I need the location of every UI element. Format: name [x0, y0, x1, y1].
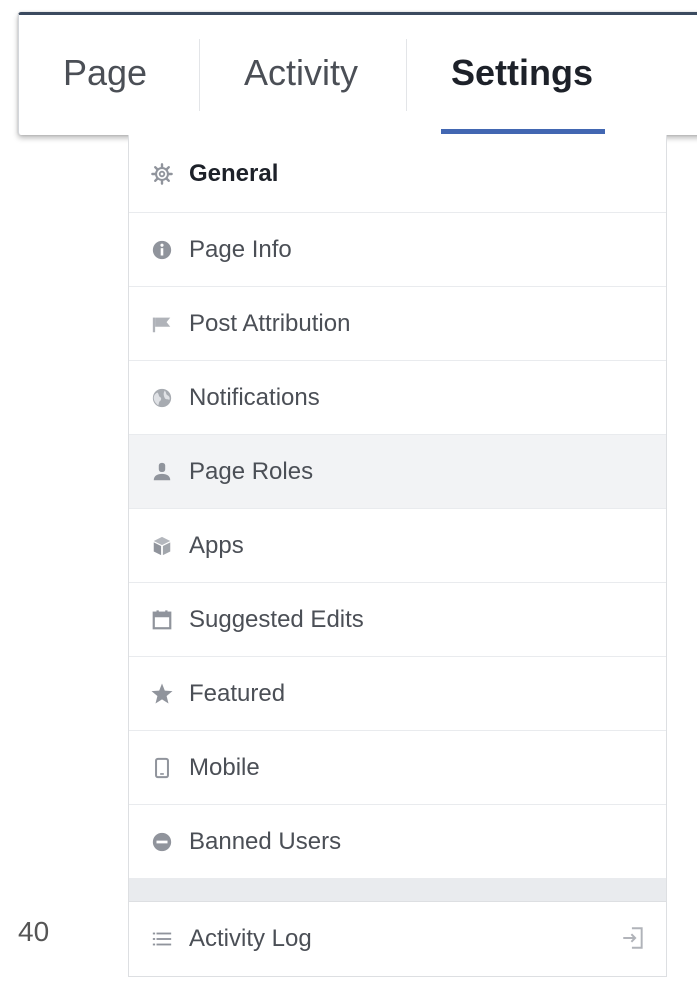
tab-divider: [199, 39, 200, 111]
menu-item-activity-log[interactable]: Activity Log: [129, 902, 666, 976]
page-number: 40: [18, 916, 50, 947]
active-tab-indicator: [441, 129, 605, 134]
cube-icon: [148, 532, 176, 560]
menu-item-apps[interactable]: Apps: [129, 509, 666, 583]
menu-item-label: Post Attribution: [189, 309, 351, 337]
sign-in-icon[interactable]: [620, 925, 646, 951]
menu-item-label: General: [189, 159, 279, 187]
menu-item-general[interactable]: General: [129, 135, 666, 213]
calendar-icon: [148, 606, 176, 634]
menu-item-label: Notifications: [189, 383, 320, 411]
flag-icon: [148, 310, 176, 338]
tab-settings[interactable]: Settings: [451, 15, 593, 135]
settings-menu: General Page Info Post Attribution Notif…: [128, 135, 667, 977]
minus-circle-icon: [148, 828, 176, 856]
menu-item-label: Banned Users: [189, 827, 342, 855]
menu-item-label: Page Roles: [189, 457, 314, 485]
tab-bar: Page Activity Settings: [18, 12, 697, 135]
tab-page[interactable]: Page: [63, 15, 147, 135]
gear-icon: [148, 160, 176, 188]
info-icon: [148, 236, 176, 264]
menu-item-featured[interactable]: Featured: [129, 657, 666, 731]
person-icon: [148, 458, 176, 486]
menu-item-notifications[interactable]: Notifications: [129, 361, 666, 435]
menu-item-post-attribution[interactable]: Post Attribution: [129, 287, 666, 361]
phone-icon: [148, 754, 176, 782]
menu-item-label: Mobile: [189, 753, 260, 781]
menu-item-label: Suggested Edits: [189, 605, 364, 633]
menu-item-page-info[interactable]: Page Info: [129, 213, 666, 287]
menu-item-banned-users[interactable]: Banned Users: [129, 805, 666, 879]
menu-item-page-roles[interactable]: Page Roles: [129, 435, 666, 509]
tab-divider: [406, 39, 407, 111]
menu-item-mobile[interactable]: Mobile: [129, 731, 666, 805]
menu-item-label: Apps: [189, 531, 244, 559]
menu-item-label: Page Info: [189, 235, 292, 263]
menu-item-label: Featured: [189, 679, 286, 707]
star-icon: [148, 680, 176, 708]
menu-separator: [129, 879, 666, 902]
tab-activity[interactable]: Activity: [244, 15, 358, 135]
list-icon: [148, 925, 176, 953]
menu-item-label: Activity Log: [189, 925, 312, 952]
menu-item-suggested-edits[interactable]: Suggested Edits: [129, 583, 666, 657]
globe-icon: [148, 384, 176, 412]
